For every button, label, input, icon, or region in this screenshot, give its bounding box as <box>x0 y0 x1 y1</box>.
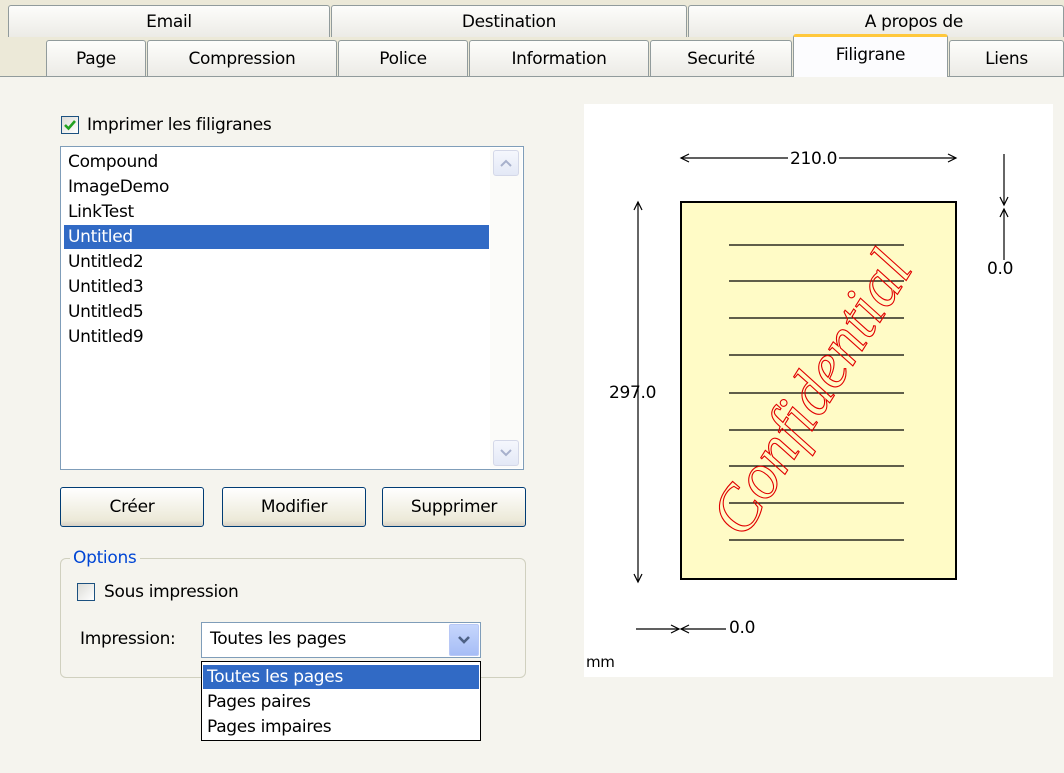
modify-button[interactable]: Modifier <box>222 487 366 527</box>
list-item[interactable]: Untitled3 <box>64 275 489 299</box>
list-item[interactable]: Compound <box>64 150 489 174</box>
height-value: 297.0 <box>609 383 657 403</box>
tab-email[interactable]: Email <box>8 5 330 37</box>
tab-police[interactable]: Police <box>338 40 468 76</box>
chevron-down-icon[interactable] <box>449 624 479 656</box>
watermark-preview: Confidential 210.0 0.0 297.0 0.0 mm <box>584 104 1053 677</box>
tab-securite[interactable]: Securité <box>650 40 792 76</box>
dropdown-option[interactable]: Pages impaires <box>203 715 479 739</box>
unit-label: mm <box>586 653 615 671</box>
arrow-up-icon[interactable] <box>493 150 519 176</box>
print-watermarks-checkbox[interactable] <box>61 116 79 134</box>
list-item[interactable]: LinkTest <box>64 200 489 224</box>
list-scrollbar[interactable] <box>490 148 522 468</box>
list-item[interactable]: Untitled2 <box>64 250 489 274</box>
left-offset-value: 0.0 <box>729 618 756 638</box>
print-watermarks-label: Imprimer les filigranes <box>87 115 272 135</box>
watermark-list[interactable]: Compound ImageDemo LinkTest Untitled Unt… <box>60 146 524 470</box>
tab-police-label: Police <box>379 48 427 69</box>
print-label: Impression: <box>80 629 176 649</box>
create-button-label: Créer <box>109 497 155 517</box>
tab-information-label: Information <box>511 48 607 69</box>
check-icon <box>64 120 76 131</box>
left-offset-arrows <box>636 624 726 634</box>
delete-button-label: Supprimer <box>410 497 498 517</box>
top-offset-value: 0.0 <box>987 259 1014 279</box>
tab-page-label: Page <box>76 48 116 69</box>
arrow-down-icon[interactable] <box>493 440 519 466</box>
delete-button[interactable]: Supprimer <box>382 487 526 527</box>
dropdown-option[interactable]: Pages paires <box>203 690 479 714</box>
top-offset-arrows <box>999 154 1009 260</box>
tab-a-propos-label: A propos de <box>864 11 964 32</box>
tab-filigrane[interactable]: Filigrane <box>793 34 948 77</box>
list-item-selected[interactable]: Untitled <box>64 225 489 249</box>
tab-information[interactable]: Information <box>469 40 649 76</box>
tab-compression-label: Compression <box>188 48 296 69</box>
tab-a-propos[interactable]: A propos de <box>688 5 1064 37</box>
tab-securite-label: Securité <box>687 48 755 69</box>
tab-email-label: Email <box>146 11 192 32</box>
list-item[interactable]: ImageDemo <box>64 175 489 199</box>
under-print-checkbox[interactable] <box>77 583 95 601</box>
create-button[interactable]: Créer <box>60 487 204 527</box>
tab-destination-label: Destination <box>461 11 557 32</box>
width-value: 210.0 <box>788 149 840 169</box>
tab-liens-label: Liens <box>985 48 1028 69</box>
print-pages-value: Toutes les pages <box>210 629 347 649</box>
options-group <box>60 558 526 678</box>
print-pages-dropdown: Toutes les pages Pages paires Pages impa… <box>201 661 481 741</box>
tab-destination[interactable]: Destination <box>331 5 687 37</box>
list-item[interactable]: Untitled5 <box>64 300 489 324</box>
print-pages-select[interactable]: Toutes les pages <box>201 622 481 658</box>
modify-button-label: Modifier <box>260 497 328 517</box>
options-group-title: Options <box>70 548 140 568</box>
tab-liens[interactable]: Liens <box>949 40 1064 76</box>
dropdown-option-selected[interactable]: Toutes les pages <box>203 665 479 689</box>
list-item[interactable]: Untitled9 <box>64 325 489 349</box>
tab-compression[interactable]: Compression <box>147 40 337 76</box>
under-print-label: Sous impression <box>104 582 239 602</box>
tab-filigrane-label: Filigrane <box>835 45 906 65</box>
tab-page[interactable]: Page <box>46 40 146 76</box>
